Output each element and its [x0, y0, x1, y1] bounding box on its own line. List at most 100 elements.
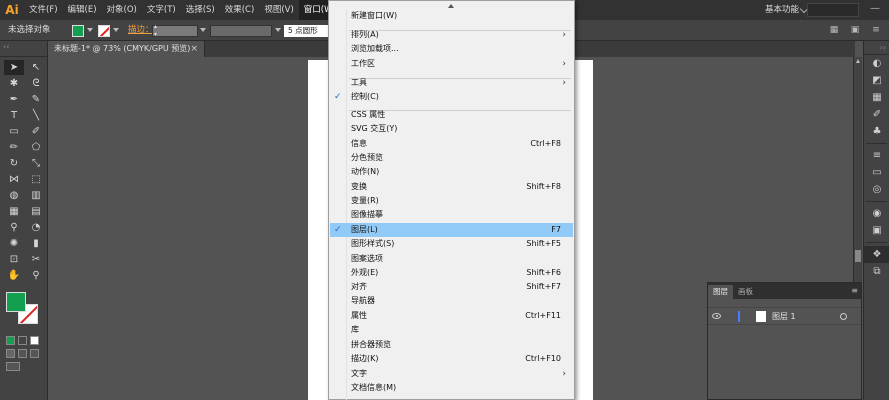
menu-item[interactable]: 图案选项 [330, 252, 573, 266]
fill-swatch-large[interactable] [6, 292, 26, 312]
panel-menu-icon[interactable]: ≡ [869, 23, 883, 37]
rotate-tool[interactable]: ↻ [4, 156, 24, 171]
menu-item[interactable]: 新建窗口(W) [330, 9, 573, 23]
width-tool[interactable]: ⋈ [4, 172, 24, 187]
menu-item[interactable]: CSS 属性 [330, 108, 573, 122]
menu-item[interactable]: 描边(K) Ctrl+F10 [330, 352, 573, 366]
menu-object[interactable]: 对象(O) [102, 0, 142, 20]
transparency-icon[interactable]: ◎ [864, 181, 889, 198]
symbol-sprayer-tool[interactable]: ✺ [4, 236, 24, 251]
brushes-icon[interactable]: ✐ [864, 106, 889, 123]
blend-tool[interactable]: ◔ [26, 220, 46, 235]
menu-item[interactable]: 工具 › [330, 76, 573, 90]
layer-target-icon[interactable] [840, 313, 847, 320]
layer-row[interactable]: 图层 1 [708, 307, 861, 325]
chevron-down-icon[interactable] [275, 28, 281, 32]
search-input[interactable] [807, 3, 859, 17]
scroll-thumb[interactable] [855, 250, 861, 262]
pen-tool[interactable]: ✒ [4, 92, 24, 107]
scroll-up-icon[interactable] [448, 4, 454, 8]
menu-item[interactable]: ✓ 图层(L) F7 [330, 223, 573, 237]
shape-builder-tool[interactable]: ◍ [4, 188, 24, 203]
color-mode-icon[interactable] [6, 336, 15, 345]
menu-item[interactable]: 信息 Ctrl+F8 [330, 137, 573, 151]
menu-item[interactable]: 分色预览 [330, 151, 573, 165]
scroll-up-icon[interactable] [856, 59, 860, 63]
gradient-mode-icon[interactable] [18, 336, 27, 345]
free-transform-tool[interactable]: ⬚ [26, 172, 46, 187]
chevron-down-icon[interactable] [200, 28, 206, 32]
menu-item[interactable]: 对齐 Shift+F7 [330, 280, 573, 294]
stroke-color-swatch[interactable] [98, 25, 110, 37]
scale-tool[interactable]: ⤡ [26, 156, 46, 171]
eyedropper-tool[interactable]: ⚲ [4, 220, 24, 235]
menu-item[interactable]: 排列(A) › [330, 28, 573, 42]
magic-wand-tool[interactable]: ✱ [4, 76, 24, 91]
line-segment-tool[interactable]: ╲ [26, 108, 46, 123]
menu-view[interactable]: 视图(V) [259, 0, 298, 20]
menu-item[interactable]: 外观(E) Shift+F6 [330, 266, 573, 280]
column-graph-tool[interactable]: ▮ [26, 236, 46, 251]
tab-artboards[interactable]: 画板 [733, 285, 758, 299]
rectangle-tool[interactable]: ▭ [4, 124, 24, 139]
minimize-button[interactable]: — [865, 3, 885, 17]
paintbrush-tool[interactable]: ✐ [26, 124, 46, 139]
panel-collapse-handle[interactable] [0, 41, 47, 57]
graphic-styles-icon[interactable]: ▣ [864, 222, 889, 239]
mesh-tool[interactable]: ▦ [4, 204, 24, 219]
gradient-tool[interactable]: ▤ [26, 204, 46, 219]
draw-behind-icon[interactable] [18, 349, 27, 358]
menu-item[interactable]: 文字 › [330, 367, 573, 381]
symbols-icon[interactable]: ♣ [864, 123, 889, 140]
menu-edit[interactable]: 编辑(E) [63, 0, 102, 20]
menu-type[interactable]: 文字(T) [142, 0, 181, 20]
menu-select[interactable]: 选择(S) [181, 0, 220, 20]
menu-item[interactable]: SVG 交互(Y) [330, 122, 573, 136]
menu-item[interactable]: 库 [330, 323, 573, 337]
direct-selection-tool[interactable]: ↖ [26, 60, 46, 75]
stroke-weight-stepper[interactable] [152, 23, 198, 39]
close-icon[interactable]: × [190, 41, 198, 57]
menu-item[interactable]: 变换 Shift+F8 [330, 180, 573, 194]
artboard-tool[interactable]: ⊡ [4, 252, 24, 267]
artboards-icon[interactable]: ⧉ [864, 263, 889, 280]
layer-name[interactable]: 图层 1 [772, 308, 796, 325]
swatches-icon[interactable]: ▦ [864, 89, 889, 106]
menu-item[interactable]: 工作区 › [330, 57, 573, 71]
menu-effect[interactable]: 效果(C) [220, 0, 260, 20]
zoom-tool[interactable]: ⚲ [26, 268, 46, 283]
menu-item[interactable]: ✓ 控制(C) [330, 90, 573, 104]
draw-inside-icon[interactable] [30, 349, 39, 358]
menu-item[interactable]: 导航器 [330, 294, 573, 308]
type-tool[interactable]: T [4, 108, 24, 123]
document-tab[interactable]: 未标题-1* @ 73% (CMYK/GPU 预览) × [49, 41, 205, 57]
menu-item[interactable]: 属性 Ctrl+F11 [330, 309, 573, 323]
layers-icon[interactable]: ❖ [864, 246, 889, 263]
dock-collapse-handle[interactable]: ›› [864, 41, 889, 55]
menu-file[interactable]: 文件(F) [24, 0, 63, 20]
brush-definition-select[interactable]: 5 点圆形 [284, 25, 332, 37]
fill-color-swatch[interactable] [72, 25, 84, 37]
screen-mode-icon[interactable] [6, 362, 20, 371]
variable-width-profile[interactable] [210, 25, 272, 37]
chevron-down-icon[interactable] [113, 28, 119, 32]
visibility-eye-icon[interactable] [712, 313, 721, 319]
transform-icon[interactable]: ▣ [848, 23, 862, 37]
align-icon[interactable]: ▦ [827, 23, 841, 37]
workspace-switcher[interactable]: 基本功能 [765, 0, 799, 20]
menu-item[interactable]: 文档信息(M) [330, 381, 573, 395]
slice-tool[interactable]: ✂ [26, 252, 46, 267]
stroke-panel-icon[interactable]: ≡ [864, 147, 889, 164]
menu-item[interactable]: 图像描摹 [330, 208, 573, 222]
draw-normal-icon[interactable] [6, 349, 15, 358]
shaper-tool[interactable]: ⬠ [26, 140, 46, 155]
menu-item[interactable]: 变量(R) [330, 194, 573, 208]
none-mode-icon[interactable] [30, 336, 39, 345]
stroke-panel-link[interactable]: 描边： [128, 20, 154, 41]
chevron-down-icon[interactable] [87, 28, 93, 32]
color-guide-icon[interactable]: ◩ [864, 72, 889, 89]
menu-item[interactable]: 浏览加载项... [330, 42, 573, 56]
tab-layers[interactable]: 图层 [708, 285, 733, 299]
pencil-tool[interactable]: ✏ [4, 140, 24, 155]
perspective-grid-tool[interactable]: ▥ [26, 188, 46, 203]
